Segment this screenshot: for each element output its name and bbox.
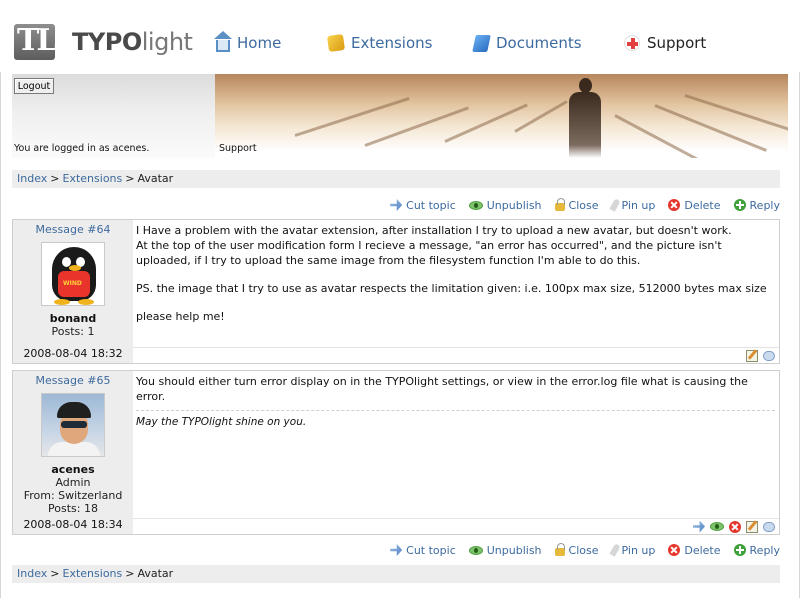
site-header: TL TYPOlight Home Extensions Documents S… [0,0,800,72]
post-paragraph: You should either turn error display on … [136,375,748,403]
support-icon [624,35,640,51]
breadcrumb-extensions[interactable]: Extensions [63,172,123,185]
nav-support-label: Support [647,34,707,52]
edit-icon[interactable] [746,349,758,362]
post-author-panel: Message #64 WIND bonand Posts: 1 2008-08… [13,220,133,363]
forum-post: Message #64 WIND bonand Posts: 1 2008-08… [12,219,780,364]
banner-image: Support [215,74,788,158]
breadcrumb-current: Avatar [137,172,174,185]
penguin-avatar: WIND [41,242,105,306]
author-post-count: Posts: 18 [48,502,98,515]
forum-post: Message #65 acenes Admin From: Switzerla… [12,370,780,535]
breadcrumb-separator: > [50,567,60,580]
lock-icon [554,198,565,211]
post-paragraph: please help me! [136,310,225,323]
reply-icon [733,544,746,556]
topic-actions-top: Cut topic Unpublish Close Pin up Delete … [390,197,780,213]
unpublish-button[interactable]: Unpublish [468,544,542,557]
breadcrumb-current: Avatar [137,567,174,580]
home-icon [214,31,232,52]
extensions-icon [326,33,346,53]
nav-home[interactable]: Home [214,31,282,52]
message-number-link[interactable]: Message #65 [13,374,133,387]
nav-extensions-label: Extensions [351,34,433,52]
delete-topic-button[interactable]: Delete [668,199,721,212]
delete-topic-button[interactable]: Delete [668,544,721,557]
nav-documents[interactable]: Documents [472,34,582,52]
post-body: You should either turn error display on … [136,374,775,430]
pin-icon [608,198,621,212]
nav-home-label: Home [237,34,282,52]
nav-extensions[interactable]: Extensions [326,33,433,53]
post-date: 2008-08-04 18:32 [23,347,123,360]
delete-icon [668,544,681,556]
post-footer-actions [133,347,779,363]
eye-icon [468,200,483,210]
nav-support[interactable]: Support [624,34,706,52]
login-status-text: You are logged in as acenes. [14,143,150,154]
post-date: 2008-08-04 18:34 [23,518,123,531]
reply-icon [733,199,746,211]
cut-topic-button[interactable]: Cut topic [390,544,456,557]
pin-icon [608,543,621,557]
quote-icon[interactable] [763,350,775,361]
breadcrumb-separator: > [125,172,135,185]
post-paragraph: PS. the image that I try to use as avata… [136,282,767,295]
cut-topic-button[interactable]: Cut topic [390,199,456,212]
lock-icon [554,543,565,556]
post-signature: May the TYPOlight shine on you. [136,410,775,430]
message-number-link[interactable]: Message #64 [13,223,133,236]
logout-button[interactable]: Logout [14,78,54,94]
banner-label: Support [219,143,257,154]
logo-icon[interactable]: TL [14,24,57,60]
quote-icon[interactable] [763,521,775,532]
author-username: acenes [51,463,95,476]
delete-icon[interactable] [729,520,741,533]
post-body: I Have a problem with the avatar extensi… [136,223,775,337]
breadcrumb-index[interactable]: Index [17,172,47,185]
author-location: From: Switzerland [23,489,123,502]
post-footer-actions [133,518,779,534]
edit-icon[interactable] [746,520,758,533]
breadcrumb-separator: > [50,172,60,185]
author-username: bonand [49,312,97,325]
cut-icon[interactable] [693,520,705,533]
reply-button[interactable]: Reply [733,544,780,557]
site-logo-text[interactable]: TYPOlight [72,28,193,56]
cut-icon [390,544,403,556]
nav-documents-label: Documents [496,34,582,52]
eye-icon [468,545,483,555]
author-role: Admin [55,476,91,489]
post-paragraph: I Have a problem with the avatar extensi… [136,224,732,267]
banner-figure [565,78,605,158]
author-post-count: Posts: 1 [51,325,95,338]
close-topic-button[interactable]: Close [554,198,599,212]
reply-button[interactable]: Reply [733,199,780,212]
pin-up-button[interactable]: Pin up [608,198,655,212]
topic-actions-bottom: Cut topic Unpublish Close Pin up Delete … [390,542,780,558]
login-panel: Logout You are logged in as acenes. [12,74,215,158]
breadcrumb-bottom: Index > Extensions > Avatar [12,565,780,583]
documents-icon [472,34,491,52]
breadcrumb-separator: > [125,567,135,580]
breadcrumb-index[interactable]: Index [17,567,47,580]
close-topic-button[interactable]: Close [554,543,599,557]
photo-avatar [41,393,105,457]
cut-icon [390,199,403,211]
breadcrumb: Index > Extensions > Avatar [12,170,780,188]
eye-icon[interactable] [710,522,724,531]
header-banner: Logout You are logged in as acenes. Supp… [12,74,788,158]
post-author-panel: Message #65 acenes Admin From: Switzerla… [13,371,133,534]
breadcrumb-extensions[interactable]: Extensions [63,567,123,580]
pin-up-button[interactable]: Pin up [608,543,655,557]
delete-icon [668,199,681,211]
unpublish-button[interactable]: Unpublish [468,199,542,212]
